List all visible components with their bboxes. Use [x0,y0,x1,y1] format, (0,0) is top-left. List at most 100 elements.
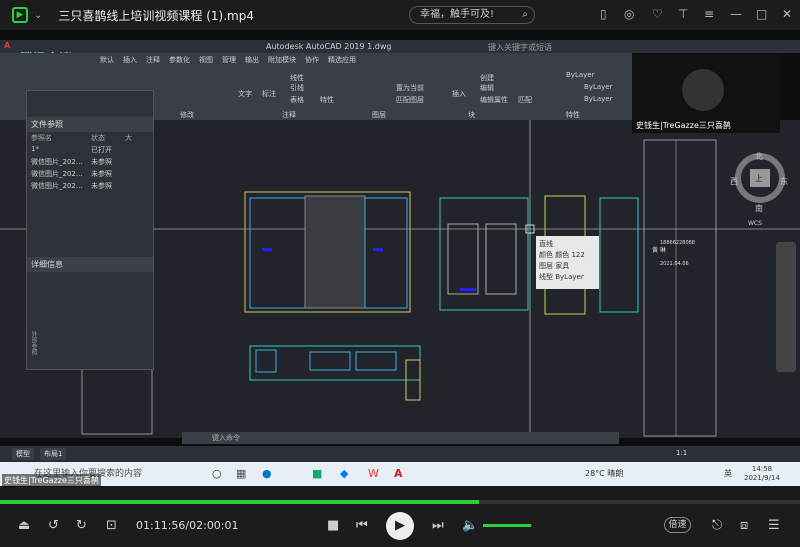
ime-indicator[interactable]: 英 [724,468,732,479]
autocad-taskbar-icon[interactable]: A [394,467,403,480]
ribbon-text-button[interactable]: 文字 [238,89,252,99]
close-icon[interactable]: ✕ [782,8,792,20]
minimize-icon[interactable]: — [730,8,742,20]
menu-item[interactable]: 注释 [146,55,160,65]
ref-name: 微信图片_202... [31,158,83,166]
title-block-date: 2021.04.06 [660,261,689,267]
volume-slider[interactable] [483,524,531,527]
autocad-search-input[interactable]: 键入关键字或短语 [488,42,568,53]
link-icon[interactable]: ⎋ [712,519,722,532]
menu-item[interactable]: 参数化 [169,55,190,65]
ribbon-group-annotate: 注释 [282,111,296,119]
compass-west: 西 [730,177,738,186]
tooltip-color-value: 颜色 122 [555,251,585,259]
scale-value[interactable]: 1:1 [676,449,687,457]
player-controls: ⏏ ↺ ↻ ⊡ 01:11:56/02:00:01 ■ ⏮ ▶ ⏭ 🔈 倍速 ⎋… [0,504,800,547]
screenshot-icon[interactable]: ⊡ [106,519,117,532]
tooltip-layer-label: 图层 [539,262,553,270]
menu-item[interactable]: 协作 [305,55,319,65]
details-header: 详细信息 [27,257,153,272]
list-item[interactable]: 微信图片_202... 未参照 [27,156,153,168]
command-placeholder: 键入命令 [212,434,240,442]
rewind-icon[interactable]: ↺ [48,519,59,532]
speed-button[interactable]: 倍速 [664,517,691,533]
list-item[interactable]: 1* 已打开 [27,144,153,156]
ribbon-dim-button[interactable]: 标注 [262,89,276,99]
shirt-icon[interactable]: ⊤ [678,8,688,20]
task-view-icon[interactable]: ○ [212,467,222,480]
wcs-label[interactable]: WCS [748,220,762,227]
maximize-icon[interactable]: □ [756,8,767,20]
stop-icon[interactable]: ■ [327,519,339,532]
weather[interactable]: 28°C 晴朗 [585,468,623,479]
viewcube-top[interactable]: 上 [755,173,763,184]
widgets-icon[interactable]: ▦ [236,467,246,480]
ref-status: 已打开 [91,146,112,154]
menu-item[interactable]: 插入 [123,55,137,65]
ribbon-edit-attr-button[interactable]: 编辑属性 [480,95,508,105]
menu-icon[interactable]: ≡ [704,8,714,20]
ribbon-match-layer-button[interactable]: 匹配图层 [396,95,424,105]
player-search-box[interactable]: 幸福，触手可及! ⌕ [409,6,535,24]
menu-item[interactable]: 附加模块 [268,55,296,65]
command-line[interactable]: 键入命令 [182,432,619,444]
phone-icon[interactable]: ▯ [600,8,607,20]
store-icon[interactable]: ■ [312,467,322,480]
tooltip-linetype-value: ByLayer [555,273,584,281]
list-item[interactable]: 微信图片_202... 未参照 [27,180,153,192]
ribbon-edit-button[interactable]: 编辑 [480,83,494,93]
ribbon-lead-button[interactable]: 引线 [290,83,304,93]
tooltip-color-label: 颜色 [539,251,553,259]
webcam-tile[interactable]: 史钱生|TreGazze三只喜鹊 [632,53,780,133]
compass-south: 南 [755,204,763,213]
previous-icon[interactable]: ⏮ [356,519,368,532]
ribbon-bylayer-linetype[interactable]: ByLayer [584,83,612,91]
autocad-window-title: Autodesk AutoCAD 2019 1.dwg [266,42,392,51]
tab-layout1[interactable]: 布局1 [40,448,67,460]
list-item[interactable]: 微信图片_202... 未参照 [27,168,153,180]
ribbon-insert-button[interactable]: 插入 [452,89,466,99]
playlist-icon[interactable]: ☰ [768,519,780,532]
forward-icon[interactable]: ↻ [76,519,87,532]
tooltip-layer-value: 家具 [555,262,570,270]
doc-panel-header: 文件参照 [27,117,153,132]
ribbon-props-button[interactable]: 特性 [320,95,334,105]
menu-item[interactable]: 输出 [245,55,259,65]
ribbon-line-button[interactable]: 线性 [290,73,304,83]
skin-icon[interactable]: ◎ [624,8,634,20]
menu-item[interactable]: 精选应用 [328,55,356,65]
app-icon[interactable]: ◆ [340,467,348,480]
chevron-down-icon[interactable]: ⌄ [34,10,42,21]
ribbon-match-button[interactable]: 匹配 [518,95,532,105]
ribbon-table-button[interactable]: 表格 [290,95,304,105]
menu-item[interactable]: 视图 [199,55,213,65]
ribbon-set-current-button[interactable]: 置为当前 [396,83,424,93]
ref-name: 微信图片_202... [31,170,83,178]
taskbar-clock[interactable]: 14:58 2021/9/14 [744,465,780,483]
next-icon[interactable]: ⏭ [432,519,444,532]
menu-item[interactable]: 默认 [100,55,114,65]
eject-icon[interactable]: ⏏ [18,519,30,532]
tab-model[interactable]: 模型 [12,448,34,460]
video-title: 三只喜鹊线上培训视频课程 (1).mp4 [58,8,254,23]
volume-icon[interactable]: 🔈 [462,519,478,532]
box-icon[interactable]: ⧈ [740,519,748,532]
edge-icon[interactable]: ● [262,467,272,480]
vip-icon[interactable]: ♡ [652,8,663,20]
search-icon[interactable]: ⌕ [522,7,528,23]
ribbon-create-button[interactable]: 创建 [480,73,494,83]
title-block-phone: 18866228088 [660,240,695,246]
ribbon-bylayer-lineweight[interactable]: ByLayer [584,95,612,103]
overlay-username: 史钱生|TreGazze三只喜鹊 [2,474,101,487]
col-name: 参照名 [31,134,52,142]
clock-time: 14:58 [751,465,773,473]
play-button[interactable]: ▶ [386,512,414,540]
compass-east: 东 [780,177,788,186]
ribbon-group-modify: 修改 [180,111,194,119]
wps-icon[interactable]: W [368,467,379,480]
ref-name: 微信图片_202... [31,182,83,190]
ref-status: 未参照 [91,170,112,178]
tooltip-title: 直线 [539,240,553,248]
ribbon-bylayer-color[interactable]: ByLayer [566,71,594,79]
menu-item[interactable]: 管理 [222,55,236,65]
